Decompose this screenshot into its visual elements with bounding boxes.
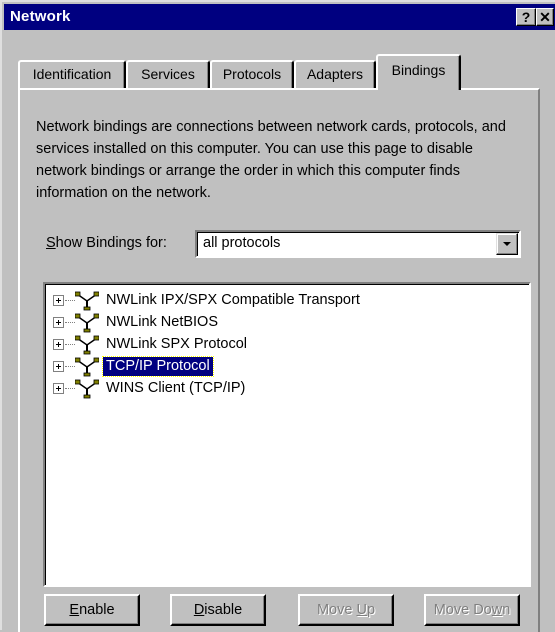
enable-button[interactable]: Enable bbox=[44, 594, 140, 626]
network-protocol-icon bbox=[75, 357, 99, 377]
tree-item-label: NWLink NetBIOS bbox=[106, 314, 218, 330]
show-bindings-dropdown[interactable]: all protocols bbox=[195, 230, 521, 258]
tree-item-label: TCP/IP Protocol bbox=[102, 356, 214, 377]
bindings-description: Network bindings are connections between… bbox=[36, 119, 506, 201]
tree-connector bbox=[65, 388, 75, 389]
tab-services[interactable]: Services bbox=[126, 60, 210, 88]
tab-identification[interactable]: Identification bbox=[18, 60, 126, 88]
tree-item-label: NWLink IPX/SPX Compatible Transport bbox=[106, 292, 360, 308]
tree-item[interactable]: WINS Client (TCP/IP) bbox=[53, 378, 513, 400]
tab-bindings[interactable]: Bindings bbox=[376, 54, 461, 90]
tree-item-label: WINS Client (TCP/IP) bbox=[106, 380, 246, 396]
dropdown-arrow-icon[interactable] bbox=[496, 233, 518, 255]
network-protocol-icon bbox=[75, 335, 99, 355]
tree-item[interactable]: NWLink IPX/SPX Compatible Transport bbox=[53, 290, 513, 312]
show-bindings-value: all protocols bbox=[203, 235, 281, 251]
move-up-button[interactable]: Move Up bbox=[298, 594, 394, 626]
disable-button[interactable]: Disable bbox=[170, 594, 266, 626]
expand-plus-icon[interactable] bbox=[53, 383, 64, 394]
tree-connector bbox=[65, 300, 75, 301]
tree-item[interactable]: NWLink SPX Protocol bbox=[53, 334, 513, 356]
tree-connector bbox=[65, 366, 75, 367]
window-title: Network bbox=[10, 8, 71, 25]
expand-plus-icon[interactable] bbox=[53, 295, 64, 306]
network-dialog: Network ? ✕ Identification Services Prot… bbox=[0, 0, 555, 632]
tree-connector bbox=[65, 322, 75, 323]
show-bindings-label: Show Bindings for: bbox=[46, 235, 167, 251]
close-button[interactable]: ✕ bbox=[536, 8, 554, 26]
tree-item-selected[interactable]: TCP/IP Protocol bbox=[53, 356, 513, 378]
help-button[interactable]: ? bbox=[516, 8, 536, 26]
tab-strip: Identification Services Protocols Adapte… bbox=[18, 54, 538, 90]
move-down-button[interactable]: Move Down bbox=[424, 594, 520, 626]
tree-connector bbox=[65, 344, 75, 345]
network-protocol-icon bbox=[75, 313, 99, 333]
title-bar[interactable]: Network ? ✕ bbox=[4, 4, 555, 30]
tab-adapters[interactable]: Adapters bbox=[294, 60, 376, 88]
expand-plus-icon[interactable] bbox=[53, 361, 64, 372]
expand-plus-icon[interactable] bbox=[53, 317, 64, 328]
expand-plus-icon[interactable] bbox=[53, 339, 64, 350]
network-protocol-icon bbox=[75, 291, 99, 311]
network-protocol-icon bbox=[75, 379, 99, 399]
bindings-tree[interactable]: NWLink IPX/SPX Compatible Transport NWLi… bbox=[43, 282, 531, 587]
tree-item[interactable]: NWLink NetBIOS bbox=[53, 312, 513, 334]
tree-item-label: NWLink SPX Protocol bbox=[106, 336, 248, 352]
tab-protocols[interactable]: Protocols bbox=[210, 60, 294, 88]
